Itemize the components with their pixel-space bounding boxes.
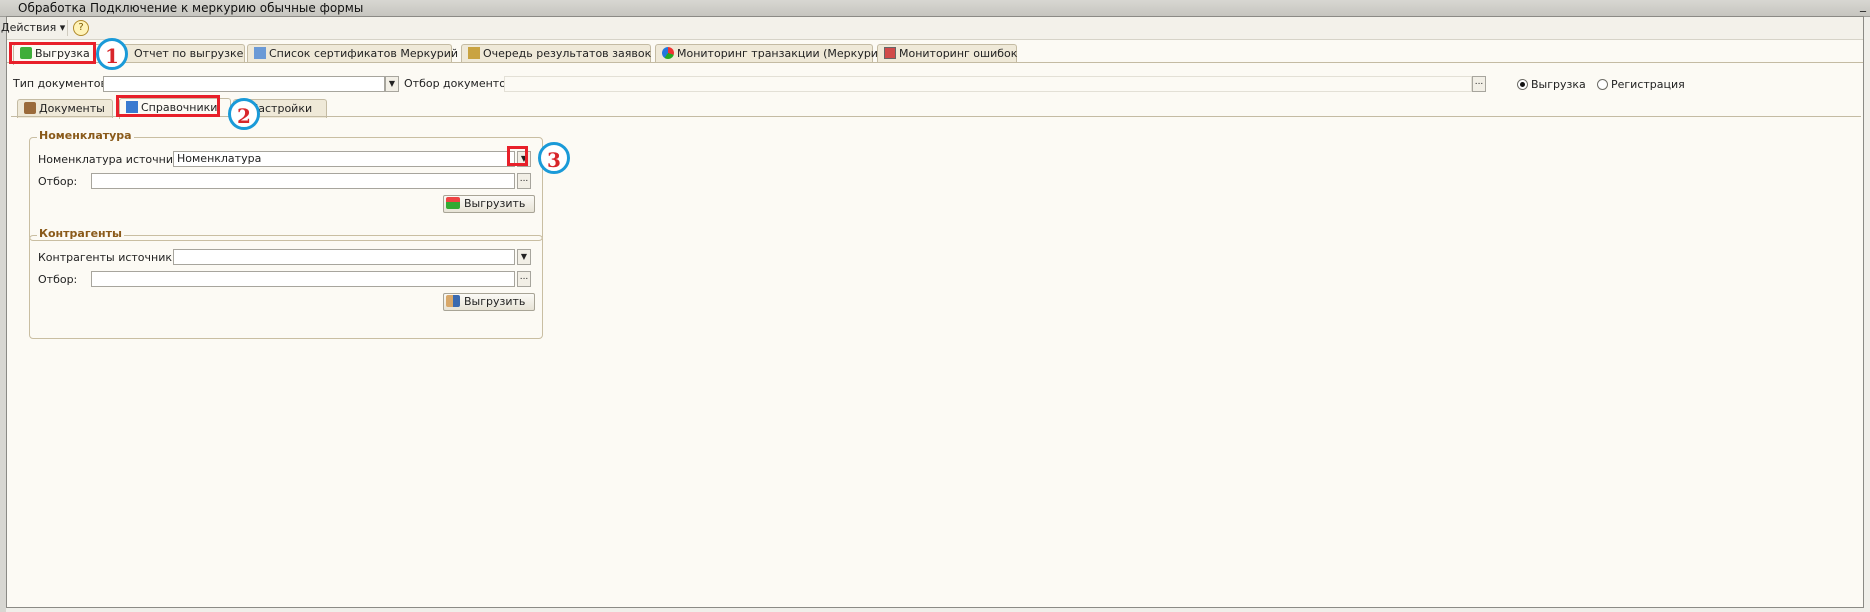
queue-icon xyxy=(468,47,480,59)
callout-1: 1 xyxy=(96,38,128,70)
counterparties-filter-select-button[interactable]: ... xyxy=(517,271,531,287)
counterparties-source-field[interactable] xyxy=(173,249,515,265)
toolbar-separator xyxy=(67,20,68,36)
nomenclature-source-label: Номенклатура источник: xyxy=(38,153,184,166)
help-icon[interactable]: ? xyxy=(73,20,89,36)
nomenclature-export-button-label: Выгрузить xyxy=(464,197,526,210)
tab-error-monitoring-label: Мониторинг ошибок xyxy=(899,47,1018,60)
subtab-documents-label: Документы xyxy=(39,102,105,115)
doc-type-dropdown-button[interactable]: ▼ xyxy=(385,76,399,92)
radio-export[interactable] xyxy=(1517,79,1528,90)
basket-icon xyxy=(446,197,460,209)
radio-export-label: Выгрузка xyxy=(1531,78,1586,91)
tab-certificates[interactable]: Список сертификатов Меркурий xyxy=(247,44,458,63)
counterparties-source-dropdown-button[interactable]: ▼ xyxy=(517,249,531,265)
counterparties-export-button-label: Выгрузить xyxy=(464,295,526,308)
tab-request-queue[interactable]: Очередь результатов заявок xyxy=(461,44,651,63)
form-window: Действия ▾ ? Выгрузка Отчет по выгрузке … xyxy=(1,16,1864,608)
tab-request-queue-label: Очередь результатов заявок xyxy=(483,47,652,60)
tab-export-report-label: Отчет по выгрузке xyxy=(134,47,244,60)
tab-transaction-monitoring[interactable]: Мониторинг транзакции (Меркурий) xyxy=(655,44,889,63)
highlight-directories-tab xyxy=(116,95,220,117)
tab-transaction-monitoring-label: Мониторинг транзакции (Меркурий) xyxy=(677,47,890,60)
counterparties-source-label: Контрагенты источник: xyxy=(38,251,176,264)
title-bar: Обработка Подключение к меркурию обычные… xyxy=(0,0,1870,17)
certificates-icon xyxy=(254,47,266,59)
doc-filter-field[interactable] xyxy=(504,76,1472,92)
callout-2: 2 xyxy=(228,98,260,130)
highlight-dropdown-button xyxy=(507,146,528,166)
nomenclature-source-field[interactable]: Номенклатура xyxy=(173,151,515,167)
highlight-export-tab xyxy=(9,42,96,64)
minimize-button[interactable]: _ xyxy=(1860,0,1866,12)
callout-3: 3 xyxy=(538,142,570,174)
doc-filter-select-button[interactable]: ... xyxy=(1472,76,1486,92)
nomenclature-group-title: Номенклатура xyxy=(37,129,134,142)
pie-chart-icon xyxy=(662,47,674,59)
actions-menu[interactable]: Действия ▾ xyxy=(1,21,65,34)
doc-filter-label: Отбор документов: xyxy=(404,77,517,90)
window-title: Обработка Подключение к меркурию обычные… xyxy=(18,1,364,15)
nomenclature-filter-select-button[interactable]: ... xyxy=(517,173,531,189)
counterparties-filter-field[interactable] xyxy=(91,271,515,287)
nomenclature-filter-label: Отбор: xyxy=(38,175,78,188)
monitor-icon xyxy=(884,47,896,59)
nomenclature-filter-field[interactable] xyxy=(91,173,515,189)
tab-strip-line xyxy=(7,62,1863,63)
counterparties-export-button[interactable]: Выгрузить xyxy=(443,293,535,311)
tab-error-monitoring[interactable]: Мониторинг ошибок xyxy=(877,44,1017,63)
radio-register-label: Регистрация xyxy=(1611,78,1685,91)
radio-register[interactable] xyxy=(1597,79,1608,90)
tab-certificates-label: Список сертификатов Меркурий xyxy=(269,47,459,60)
counterparties-group-title: Контрагенты xyxy=(37,227,124,240)
doc-type-field[interactable] xyxy=(103,76,385,92)
people-icon xyxy=(446,295,460,307)
briefcase-icon xyxy=(24,102,36,114)
nomenclature-export-button[interactable]: Выгрузить xyxy=(443,195,535,213)
command-bar: Действия ▾ ? xyxy=(1,17,1863,40)
counterparties-filter-label: Отбор: xyxy=(38,273,78,286)
doc-type-label: Тип документов: xyxy=(13,77,111,90)
subtab-strip-line xyxy=(11,116,1861,117)
